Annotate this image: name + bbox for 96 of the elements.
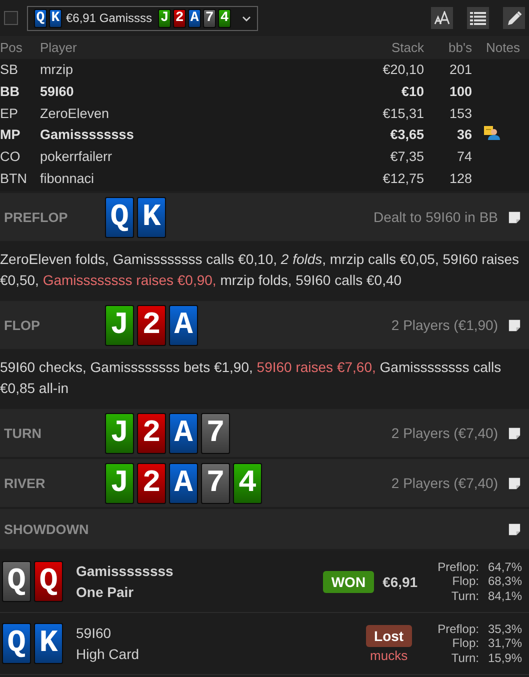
font-size-button[interactable]	[431, 7, 453, 29]
playing-card: A	[169, 412, 198, 454]
lost-badge: Lost	[366, 624, 412, 647]
column-header: Notes	[485, 40, 521, 55]
street-info: 2 Players (€7,40)	[391, 425, 498, 442]
column-header: Player	[40, 40, 78, 55]
street-label: PREFLOP	[4, 210, 69, 225]
player-name: 59I60	[40, 84, 75, 100]
playing-card: A	[169, 304, 198, 346]
pencil-button[interactable]	[503, 7, 525, 29]
player-name: mrzip	[40, 62, 74, 78]
column-header: bb's	[448, 40, 472, 55]
table-cell-text: EP	[0, 106, 20, 121]
playing-card: K	[137, 196, 166, 238]
playing-card: J	[158, 8, 172, 28]
street-label: RIVER	[4, 476, 46, 491]
muck-note: mucks	[370, 648, 408, 663]
action-text: ZeroEleven folds, Gamissssssss calls €0,10, 2 folds, mrzip calls €0,05, 59I60 raises €0,50, Gamissssssss raises €0,90, mrzip folds, 59I60 calls €0,40	[0, 250, 520, 290]
equity-label: Flop:	[451, 574, 479, 589]
note-icon[interactable]	[508, 476, 521, 490]
equity-value: 68,3%	[488, 574, 522, 589]
list-button[interactable]	[467, 7, 489, 29]
table-cell-text: €7,35	[389, 149, 424, 164]
table-cell-text: 74	[456, 149, 472, 164]
table-cell-text: SB	[0, 62, 20, 78]
hand-selector-dropdown[interactable]: Q K €6,91 Gamissss J 2 A 7 4	[27, 6, 258, 30]
table-cell-text: MP	[0, 127, 22, 142]
playing-card: Q	[34, 561, 63, 602]
table-cell-text: 153	[448, 106, 472, 121]
table-cell-text: €20,10	[382, 62, 424, 78]
table-cell-text: €15,31	[382, 106, 424, 121]
player-name: ZeroEleven	[40, 106, 110, 121]
checkbox[interactable]	[4, 11, 18, 25]
playing-card: Q	[2, 561, 31, 602]
equity-value: 84,1%	[488, 588, 522, 604]
equity-label: Flop:	[451, 636, 479, 651]
table-cell-text: 201	[448, 62, 472, 78]
playing-card: 4	[233, 462, 262, 504]
playing-card: 2	[137, 462, 166, 504]
equity-label: Turn:	[450, 588, 479, 604]
hand-rank: One Pair	[76, 582, 135, 602]
playing-card: 7	[203, 8, 216, 28]
playing-card: 2	[173, 8, 186, 28]
playing-card: J	[105, 304, 134, 346]
playing-card: 4	[218, 8, 232, 28]
column-header: Pos	[0, 40, 24, 55]
playing-card: J	[105, 462, 134, 504]
table-cell-text: €12,75	[382, 170, 424, 186]
table-cell-text: 128	[448, 170, 472, 186]
playing-card: Q	[105, 196, 134, 238]
playing-card: K	[49, 8, 62, 28]
equity-label: Turn:	[450, 650, 479, 666]
playing-card: J	[105, 412, 134, 454]
table-cell-text: BTN	[0, 170, 28, 186]
street-info: Dealt to 59I60 in BB	[373, 209, 498, 226]
equity-label: Preflop:	[438, 560, 479, 574]
equity-value: 31,7%	[488, 636, 522, 651]
table-cell-text: €10	[400, 84, 424, 100]
won-amount: €6,91	[382, 574, 418, 590]
table-cell-text: CO	[0, 149, 22, 164]
player-name: Gamissssssss	[40, 127, 135, 142]
equity-label: Preflop:	[438, 622, 479, 636]
street-info: 2 Players (€7,40)	[391, 475, 498, 492]
table-cell-text: €3,65	[389, 127, 424, 142]
equity-value: 15,9%	[488, 650, 522, 666]
playing-card: A	[188, 8, 202, 28]
note-person-icon[interactable]	[484, 126, 500, 140]
note-icon[interactable]	[508, 318, 521, 332]
street-info: 2 Players (€1,90)	[391, 317, 498, 334]
street-label: TURN	[4, 426, 42, 441]
playing-card: A	[169, 462, 198, 504]
playing-card: K	[34, 623, 63, 664]
street-label: SHOWDOWN	[4, 522, 90, 537]
won-badge: WON	[323, 570, 374, 593]
table-cell-text: BB	[0, 84, 20, 100]
table-cell-text: 100	[448, 84, 472, 100]
player-name: fibonnaci	[40, 170, 96, 186]
column-header: Stack	[390, 40, 424, 55]
table-cell-text: 36	[456, 127, 472, 142]
playing-card: 2	[137, 412, 166, 454]
street-label: FLOP	[4, 318, 41, 333]
hand-rank: High Card	[76, 644, 140, 664]
player-name: Gamissssssss	[76, 562, 174, 581]
playing-card: 2	[137, 304, 166, 346]
equity-value: 35,3%	[488, 622, 522, 636]
equity-value: 64,7%	[488, 560, 522, 574]
note-icon[interactable]	[508, 426, 521, 440]
note-icon[interactable]	[508, 522, 521, 536]
action-text: 59I60 checks, Gamissssssss bets €1,90, 59I60 raises €7,60, Gamissssssss calls €0,85 all-in	[0, 358, 502, 398]
playing-card: Q	[2, 623, 31, 664]
playing-card: Q	[34, 8, 47, 28]
playing-card: 7	[201, 462, 230, 504]
note-icon[interactable]	[508, 210, 521, 224]
player-name: pokerrfailerr	[40, 149, 114, 164]
playing-card: 7	[201, 412, 230, 454]
player-name: 59I60	[76, 624, 112, 643]
